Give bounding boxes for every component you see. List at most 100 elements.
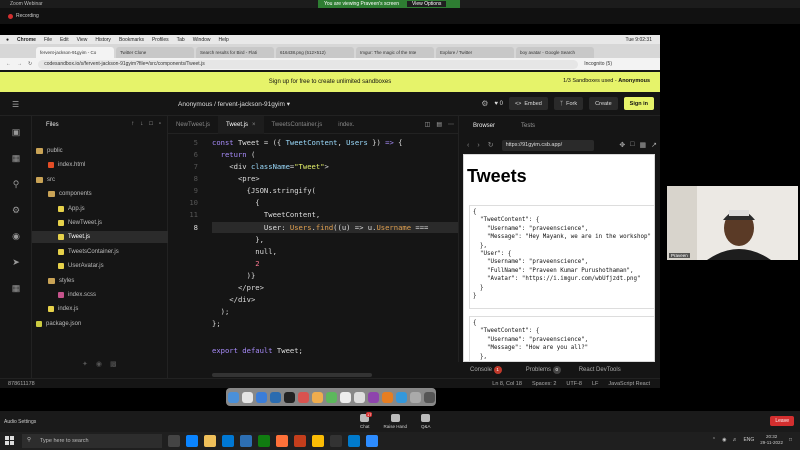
new-file-icon[interactable]: □	[149, 121, 153, 127]
copy-icon[interactable]: □	[630, 141, 634, 149]
mail-icon[interactable]	[255, 391, 267, 403]
outlook-icon[interactable]	[240, 435, 252, 447]
forward-icon[interactable]: →	[17, 61, 22, 67]
tree-item[interactable]: styles	[32, 275, 168, 287]
close-icon[interactable]: ×	[252, 122, 256, 128]
back-icon[interactable]: ←	[6, 61, 11, 67]
tree-item[interactable]: package.json	[32, 318, 168, 330]
menu-chrome[interactable]: Chrome	[17, 37, 36, 43]
view-options-button[interactable]: View Options	[406, 1, 447, 7]
project-owner[interactable]: Anonymous	[178, 101, 212, 108]
settings-icon[interactable]: ⚙	[10, 204, 22, 216]
zoom-icon[interactable]	[366, 435, 378, 447]
browser-tab[interactable]: fervent-jackson-91gyim - Co	[36, 47, 114, 58]
github-icon[interactable]: ◉	[96, 360, 102, 368]
project-name[interactable]: fervent-jackson-91gyim	[218, 101, 285, 108]
apple-icon[interactable]: ●	[6, 37, 9, 43]
chevron-up-icon[interactable]: ⌃	[712, 437, 716, 443]
raise-hand-button[interactable]: Raise Hand	[384, 414, 407, 429]
search-icon[interactable]: ⚲	[10, 178, 22, 190]
react-devtools-tab[interactable]: React DevTools	[579, 367, 621, 373]
tree-item[interactable]: index.scss	[32, 289, 168, 301]
app-icon[interactable]	[330, 435, 342, 447]
more-icon[interactable]: ⋯	[448, 121, 454, 128]
reload-icon[interactable]: ↻	[488, 141, 494, 149]
menu-bookmarks[interactable]: Bookmarks	[119, 37, 144, 43]
horizontal-scrollbar[interactable]	[212, 373, 372, 377]
task-view-icon[interactable]	[168, 435, 180, 447]
reload-icon[interactable]: ↻	[28, 61, 32, 67]
menu-profiles[interactable]: Profiles	[152, 37, 169, 43]
incognito-profile[interactable]: Incognito (5)	[584, 61, 612, 67]
preview-toggle-icon[interactable]: ▤	[436, 121, 442, 128]
tree-item[interactable]: TweetsContainer.js	[32, 246, 168, 258]
tree-item[interactable]: index.html	[32, 159, 168, 171]
menu-tab[interactable]: Tab	[177, 37, 185, 43]
app-icon[interactable]	[311, 391, 323, 403]
xbox-icon[interactable]	[258, 435, 270, 447]
indent-setting[interactable]: Spaces: 2	[532, 381, 556, 387]
move-icon[interactable]: ✥	[619, 141, 625, 149]
finder-icon[interactable]	[227, 391, 239, 403]
encoding[interactable]: UTF-8	[566, 381, 582, 387]
browser-tab[interactable]: Twitter Clone	[116, 47, 194, 58]
tree-item[interactable]: UserAvatar.js	[32, 260, 168, 272]
gear-icon[interactable]: ⚙	[481, 99, 488, 108]
fork-button[interactable]: ᛉ Fork	[553, 97, 584, 110]
app-icon[interactable]	[297, 391, 309, 403]
taskbar-clock[interactable]: 20:32 29-11-2022	[760, 434, 783, 446]
edge-icon[interactable]	[186, 435, 198, 447]
chrome-icon[interactable]	[241, 391, 253, 403]
zoom-dock-icon[interactable]	[395, 391, 407, 403]
menu-history[interactable]: History	[95, 37, 111, 43]
editor-tab-active[interactable]: Tweet.js ×	[218, 115, 264, 134]
browser-tab[interactable]: Imgur: The magic of the Inte	[356, 47, 434, 58]
like-button[interactable]: ♥ 0	[494, 101, 503, 107]
tree-item-selected[interactable]: Tweet.js	[32, 231, 168, 243]
editor-tab[interactable]: TweetsContainer.js	[264, 116, 331, 134]
cursor-position[interactable]: Ln 8, Col 18	[492, 381, 522, 387]
problems-tab[interactable]: Problems 0	[526, 366, 561, 374]
app-icon[interactable]	[381, 391, 393, 403]
twitter-icon[interactable]: ✦	[82, 360, 88, 368]
store-icon[interactable]	[222, 435, 234, 447]
leave-button[interactable]: Leave	[770, 416, 794, 426]
create-button[interactable]: Create	[589, 97, 618, 110]
trash-icon[interactable]	[423, 391, 435, 403]
app-icon[interactable]	[325, 391, 337, 403]
new-folder-icon[interactable]: ▫	[159, 121, 161, 127]
split-editor-icon[interactable]: ◫	[425, 121, 431, 128]
chevron-down-icon[interactable]: ▾	[287, 101, 290, 108]
download-icon[interactable]: ↓	[140, 121, 143, 127]
app-icon[interactable]	[409, 391, 421, 403]
discord-icon[interactable]: ▩	[110, 360, 117, 368]
code-editor[interactable]: 5 6 7 8 9 10 11 8 const Tweet = ({ Tweet…	[168, 134, 458, 378]
embed-button[interactable]: <> Embed	[508, 97, 548, 110]
menu-help[interactable]: Help	[219, 37, 229, 43]
audio-settings[interactable]: Audio Settings	[4, 419, 36, 425]
sign-in-button[interactable]: Sign in	[623, 97, 654, 110]
forward-icon[interactable]: ›	[477, 142, 479, 149]
deploy-icon[interactable]: ➤	[10, 256, 22, 268]
address-bar[interactable]: codesandbox.io/s/fervent-jackson-91gyim?…	[38, 59, 579, 69]
language-mode[interactable]: JavaScript React	[608, 381, 650, 387]
tree-item[interactable]: components	[32, 188, 168, 200]
back-icon[interactable]: ‹	[467, 142, 469, 149]
file-icon[interactable]: ▦	[10, 152, 22, 164]
office-icon[interactable]	[294, 435, 306, 447]
vscode-icon[interactable]	[269, 391, 281, 403]
cube-icon[interactable]: ▣	[10, 126, 22, 138]
upload-icon[interactable]: ↑	[131, 121, 134, 127]
windows-start-icon[interactable]	[5, 436, 14, 445]
browser-tab[interactable]: Explore / Twitter	[436, 47, 514, 58]
app-icon[interactable]	[353, 391, 365, 403]
taskbar-search[interactable]: ⚲ Type here to search	[22, 434, 162, 448]
tree-item[interactable]: src	[32, 174, 168, 186]
terminal-icon[interactable]	[283, 391, 295, 403]
menu-view[interactable]: View	[77, 37, 88, 43]
tab-browser[interactable]: Browser	[473, 123, 495, 129]
tab-tests[interactable]: Tests	[521, 123, 535, 129]
external-icon[interactable]: ↗	[651, 141, 657, 149]
chrome-icon[interactable]	[312, 435, 324, 447]
network-icon[interactable]: ◉	[722, 437, 726, 443]
